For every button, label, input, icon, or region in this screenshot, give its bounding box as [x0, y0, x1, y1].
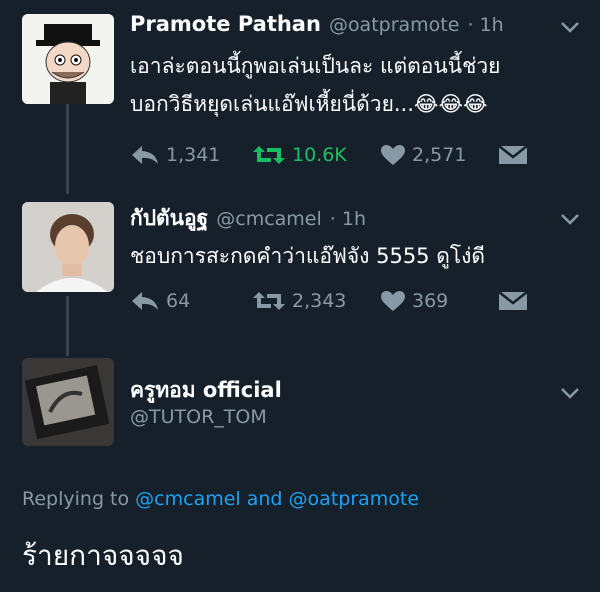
avatar[interactable] — [22, 358, 114, 446]
tweet-author-name[interactable]: Pramote Pathan — [130, 12, 321, 36]
replying-to: Replying to @cmcamel and @oatpramote — [22, 488, 419, 510]
tweet-text-line: เอาล่ะตอนนี้กูพอเล่นเป็นละ แต่ตอนนี้ช่วย — [130, 54, 501, 78]
direct-message-button[interactable] — [498, 145, 528, 169]
envelope-icon — [498, 145, 528, 164]
thread-line — [66, 104, 69, 194]
reply-author-handle[interactable]: @TUTOR_TOM — [130, 406, 267, 428]
reply-author-name[interactable]: ครูทอม official — [130, 374, 282, 407]
chevron-down-icon[interactable] — [560, 18, 580, 37]
retweet-icon — [253, 146, 285, 164]
avatar-photo-icon — [22, 202, 114, 292]
tweet-author-handle[interactable]: @cmcamel — [216, 208, 322, 230]
heart-icon — [381, 291, 405, 311]
reply-button[interactable]: 64 — [130, 290, 190, 312]
heart-icon — [381, 145, 405, 165]
avatar-cartoon-icon — [22, 14, 114, 104]
like-count: 2,571 — [412, 144, 467, 166]
retweet-count: 2,343 — [292, 290, 347, 312]
thread-line — [66, 296, 69, 356]
retweet-button[interactable]: 10.6K — [252, 144, 347, 166]
chevron-down-icon[interactable] — [560, 210, 580, 229]
tweet-timestamp[interactable]: · 1h — [467, 14, 503, 36]
like-button[interactable]: 369 — [380, 290, 448, 312]
like-count: 369 — [412, 290, 449, 312]
reply-button[interactable]: 1,341 — [130, 144, 220, 166]
like-button[interactable]: 2,571 — [380, 144, 466, 166]
envelope-icon — [498, 291, 528, 310]
reply-count: 64 — [166, 290, 191, 312]
reply-count: 1,341 — [166, 144, 221, 166]
chevron-down-icon[interactable] — [560, 384, 580, 403]
tweet-author-name[interactable]: กัปตันอูฐ — [130, 202, 208, 235]
reply-icon — [132, 292, 158, 310]
tweet-text-line: บอกวิธีหยุดเล่นแอ๊ฟเหี้ยนี่ด้วย...😂😂😂 — [130, 92, 488, 116]
retweet-button[interactable]: 2,343 — [252, 290, 346, 312]
avatar-photo-icon — [22, 358, 114, 446]
tweet-timestamp[interactable]: · 1h — [330, 208, 366, 230]
reply-icon — [132, 146, 158, 164]
tweet-author-handle[interactable]: @oatpramote — [329, 14, 460, 36]
tweet-text-line: ชอบการสะกดคำว่าแอ๊ฟจัง 5555 ดูโง่ดี — [130, 244, 486, 268]
mention-link[interactable]: @cmcamel — [135, 488, 241, 510]
avatar[interactable] — [22, 202, 114, 292]
replying-prefix: Replying to — [22, 488, 130, 510]
reply-text: ร้ายกาจจจจจ — [22, 539, 184, 572]
retweet-icon — [253, 292, 285, 310]
mention-link[interactable]: @oatpramote — [289, 488, 420, 510]
direct-message-button[interactable] — [498, 291, 528, 315]
retweet-count: 10.6K — [292, 144, 347, 166]
avatar[interactable] — [22, 14, 114, 104]
replying-and: and — [246, 488, 283, 510]
